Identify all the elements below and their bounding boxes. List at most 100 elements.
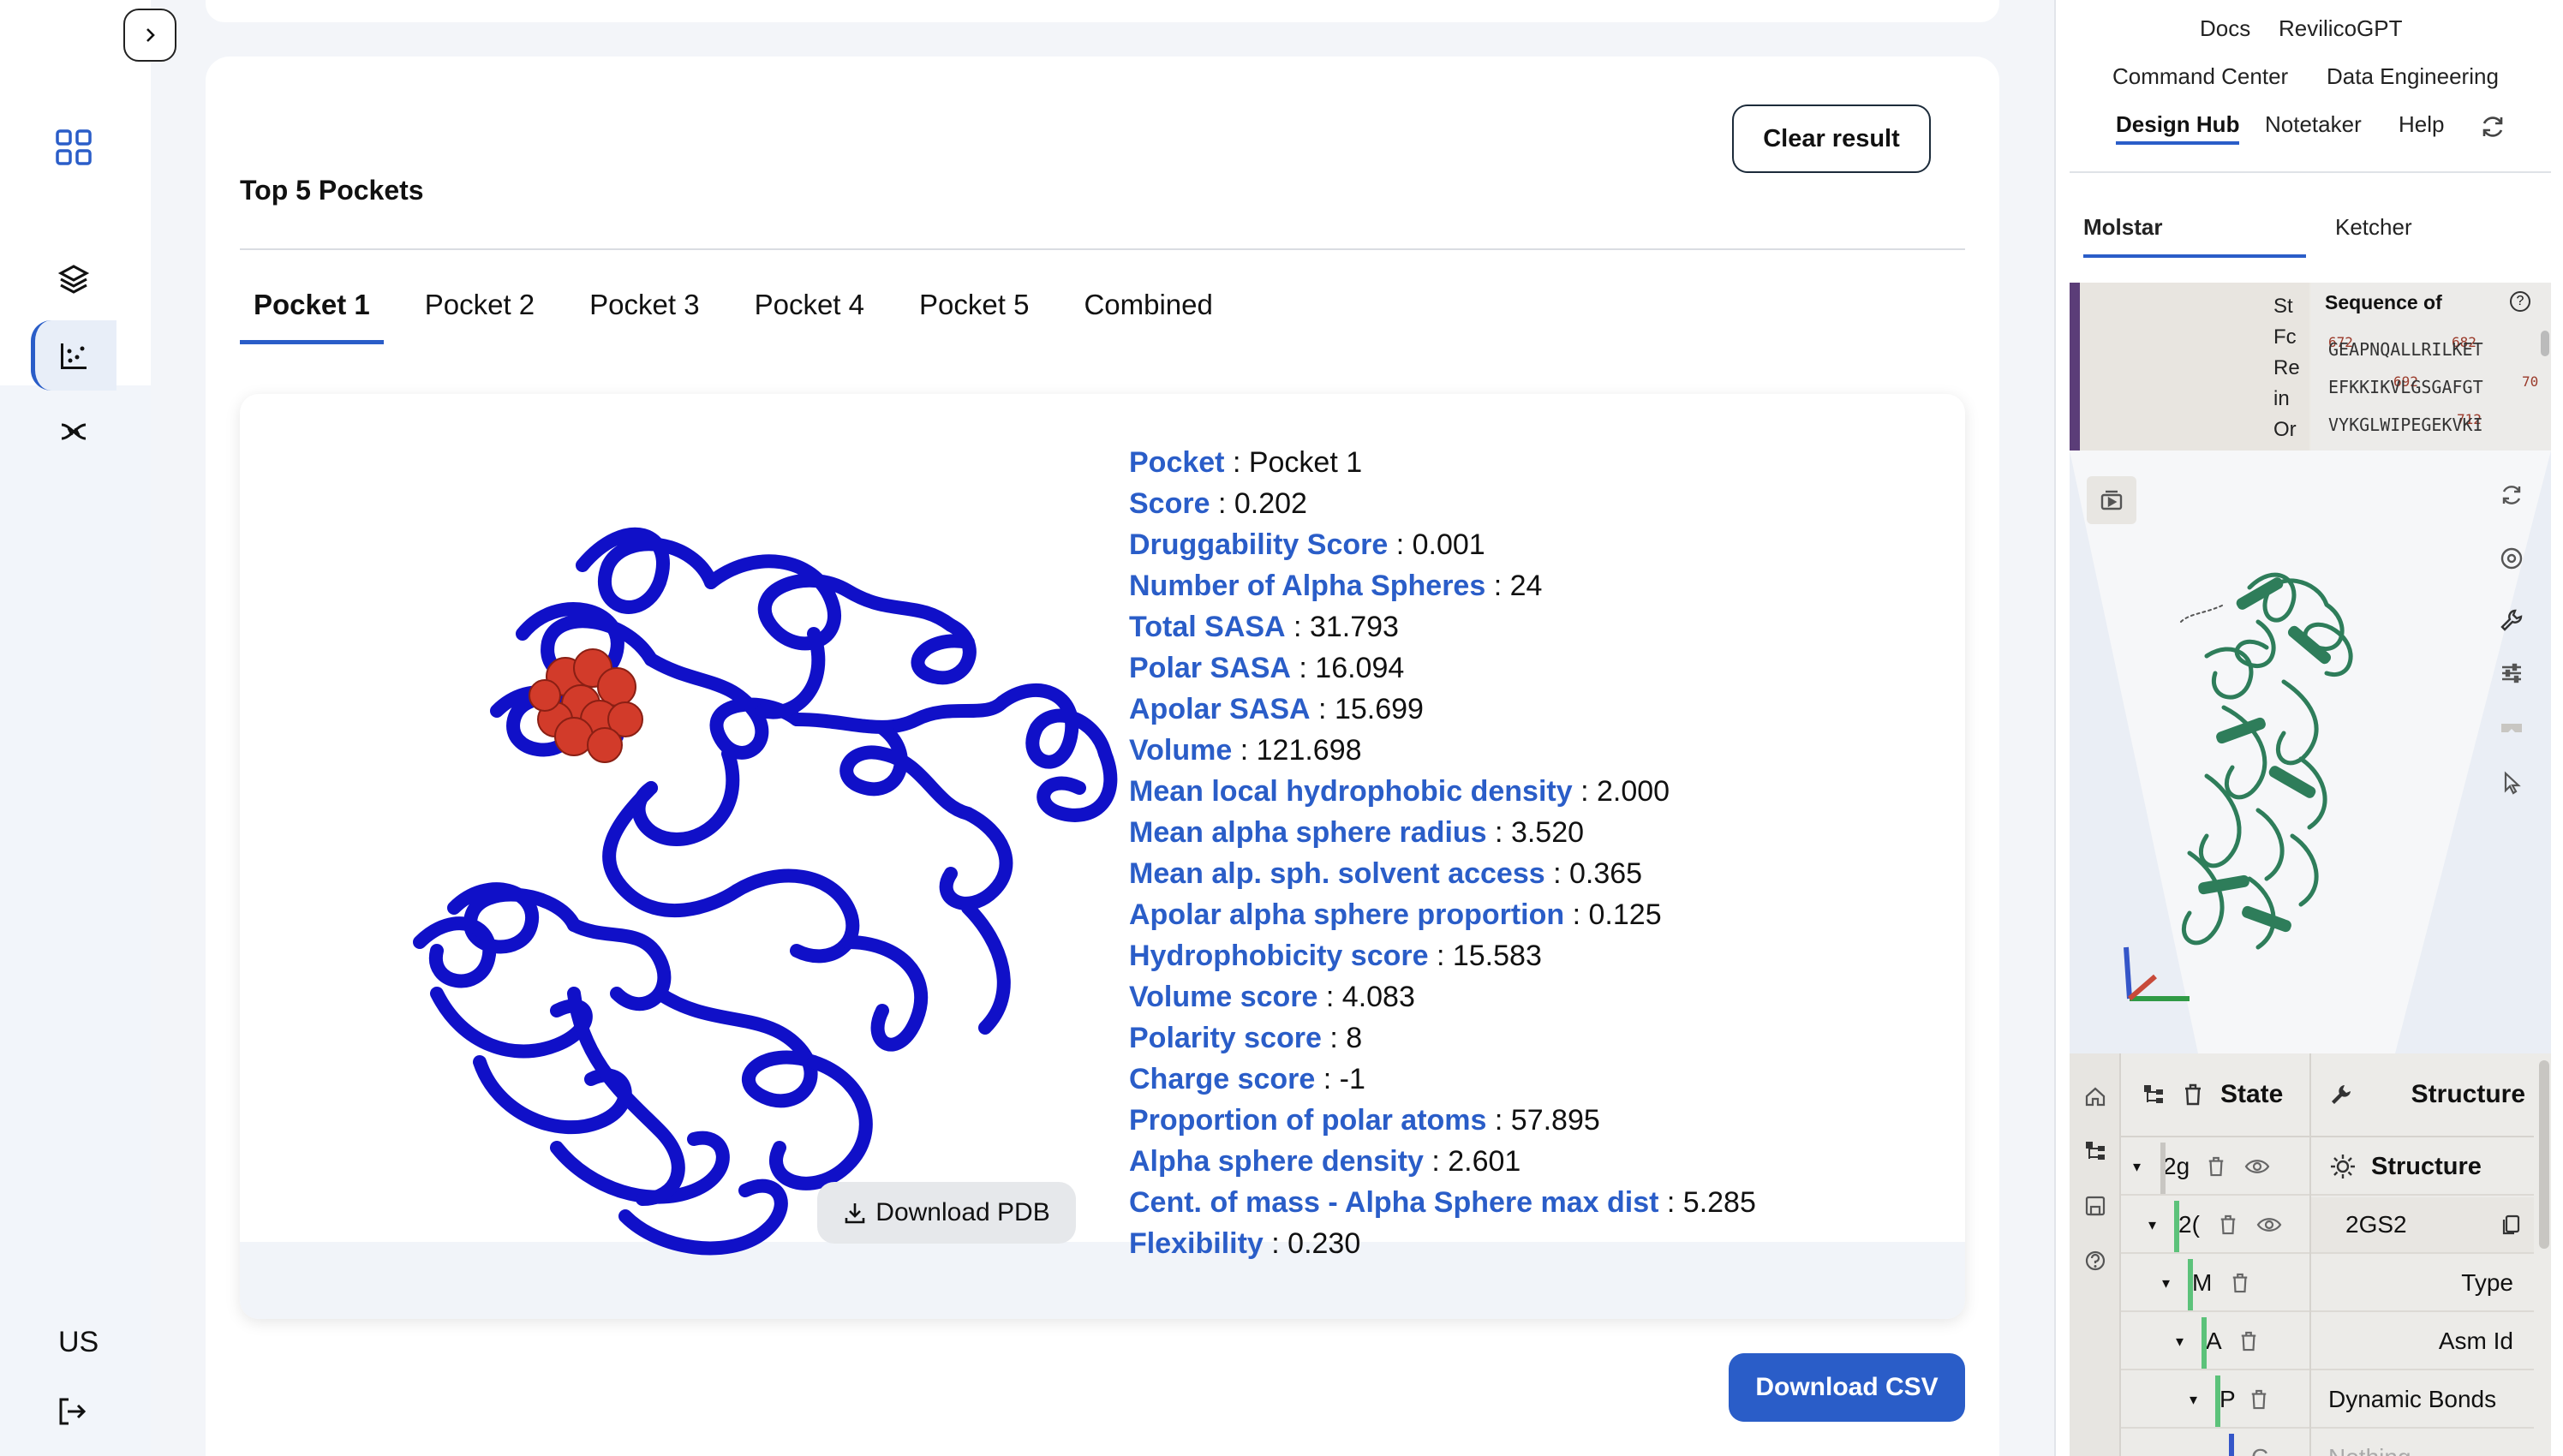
eye-icon[interactable]	[2256, 1215, 2282, 1234]
link-help[interactable]: Help	[2399, 111, 2444, 138]
download-pdb-button[interactable]: Download PDB	[817, 1182, 1076, 1244]
tree-row-label: 2(	[2178, 1211, 2200, 1238]
tree-row-guide	[2160, 1143, 2166, 1194]
clear-result-button[interactable]: Clear result	[1732, 104, 1931, 173]
structure-header: Structure	[2311, 1053, 2534, 1137]
download-csv-button[interactable]: Download CSV	[1729, 1353, 1965, 1422]
prop-total-sasa: Total SASA : 31.793	[1129, 611, 1399, 643]
help-circle-icon[interactable]: ?	[2510, 291, 2530, 312]
tab-pocket-5[interactable]: Pocket 5	[905, 284, 1043, 344]
tree-row[interactable]: ▾ 2g	[2121, 1139, 2309, 1196]
chevron-down-icon[interactable]: ▾	[2133, 1158, 2141, 1176]
tree-row[interactable]: C	[2121, 1430, 2309, 1456]
chevron-right-icon	[146, 28, 155, 42]
animation-toggle-icon[interactable]	[2087, 476, 2136, 524]
link-design-hub[interactable]: Design Hub	[2116, 111, 2240, 145]
link-revilicogpt[interactable]: RevilicoGPT	[2279, 15, 2402, 42]
prop-sphere-density: Alpha sphere density : 2.601	[1129, 1145, 1521, 1178]
save-icon[interactable]	[2083, 1194, 2107, 1222]
prop-polar-atoms: Proportion of polar atoms : 57.895	[1129, 1104, 1600, 1137]
help-icon[interactable]	[2083, 1249, 2107, 1277]
structure-name-field[interactable]: 2GS2	[2345, 1211, 2407, 1238]
home-icon[interactable]	[2083, 1084, 2107, 1113]
tree-scrollbar[interactable]	[2539, 1060, 2549, 1249]
pocket-properties: Pocket : Pocket 1 Score : 0.202 Druggabi…	[1129, 442, 1951, 1264]
prop-max-dist: Cent. of mass - Alpha Sphere max dist : …	[1129, 1186, 1756, 1219]
eye-icon[interactable]	[2244, 1157, 2270, 1176]
scatter-plot-icon[interactable]	[45, 327, 103, 385]
chevron-down-icon[interactable]: ▾	[2176, 1333, 2184, 1351]
asm-id-row[interactable]: Asm Id	[2311, 1314, 2534, 1370]
vr-icon[interactable]	[2493, 707, 2530, 745]
tree-view-icon[interactable]	[2083, 1139, 2107, 1167]
tree-row[interactable]: ▾ M	[2121, 1256, 2309, 1312]
prop-alpha-spheres: Number of Alpha Spheres : 24	[1129, 570, 1543, 602]
seq-number: 70	[2522, 373, 2539, 390]
sequence-scrollbar[interactable]	[2541, 331, 2549, 356]
dashboard-grid-icon[interactable]	[45, 118, 103, 176]
trash-icon[interactable]	[2239, 1330, 2258, 1352]
download-icon	[845, 1203, 865, 1224]
wrench-icon[interactable]	[2328, 1082, 2354, 1107]
structure-name-row[interactable]: 2GS2	[2311, 1197, 2534, 1254]
nothing-row[interactable]: Nothing	[2311, 1430, 2534, 1456]
tree-row[interactable]: ▾ 2(	[2121, 1197, 2309, 1254]
tab-pocket-3[interactable]: Pocket 3	[576, 284, 713, 344]
tab-combined[interactable]: Combined	[1070, 284, 1226, 344]
download-pdb-label: Download PDB	[875, 1198, 1050, 1226]
link-data-engineering[interactable]: Data Engineering	[2327, 63, 2499, 90]
copy-icon[interactable]	[2500, 1213, 2524, 1237]
tree-row[interactable]: ▾ P	[2121, 1372, 2309, 1429]
tree-view-icon[interactable]	[2142, 1083, 2166, 1107]
prop-polar-sasa: Polar SASA : 16.094	[1129, 652, 1405, 684]
chevron-down-icon[interactable]: ▾	[2190, 1391, 2197, 1409]
logout-icon[interactable]	[57, 1396, 87, 1431]
3d-canvas[interactable]	[2070, 451, 2551, 1053]
link-docs[interactable]: Docs	[2200, 15, 2250, 42]
tab-pocket-2[interactable]: Pocket 2	[411, 284, 548, 344]
tree-row[interactable]: ▾ A	[2121, 1314, 2309, 1370]
cursor-select-icon[interactable]	[2493, 764, 2530, 802]
state-label: State	[2220, 1080, 2284, 1108]
prop-score: Score : 0.202	[1129, 487, 1307, 520]
chevron-down-icon[interactable]: ▾	[2148, 1216, 2156, 1234]
type-row[interactable]: Type	[2311, 1256, 2534, 1312]
wrench-icon[interactable]	[2493, 601, 2530, 639]
sequence-residues[interactable]: GEAPNQALLRILKET EFKKIKVLGSGAFGT VYKGLWIP…	[2328, 331, 2483, 444]
trash-icon[interactable]	[2249, 1388, 2268, 1411]
prop-pocket: Pocket : Pocket 1	[1129, 446, 1363, 479]
link-notetaker[interactable]: Notetaker	[2265, 111, 2362, 138]
dynamic-bonds-row[interactable]: Dynamic Bonds	[2311, 1372, 2534, 1429]
settings-sliders-icon[interactable]	[2493, 654, 2530, 692]
user-initials[interactable]: US	[58, 1326, 99, 1359]
prop-apolar-sasa: Apolar SASA : 15.699	[1129, 693, 1424, 725]
tree-row-label: C	[2251, 1444, 2268, 1456]
tree-row-label: M	[2192, 1269, 2213, 1296]
tab-ketcher[interactable]: Ketcher	[2335, 214, 2412, 241]
trash-icon[interactable]	[2183, 1083, 2203, 1107]
dna-icon[interactable]	[45, 403, 103, 461]
protein-pocket-render	[413, 527, 1118, 1256]
trash-icon[interactable]	[2207, 1155, 2225, 1178]
tab-molstar[interactable]: Molstar	[2083, 214, 2306, 258]
tab-pocket-1[interactable]: Pocket 1	[240, 284, 384, 344]
previous-card	[206, 0, 1999, 22]
sidebar-expand-button[interactable]	[123, 9, 176, 62]
trash-icon[interactable]	[2231, 1272, 2249, 1294]
link-command-center[interactable]: Command Center	[2112, 63, 2288, 90]
sequence-panel: Sequence of ? 672 682 692 70 712 GEAPNQA…	[2311, 283, 2551, 451]
sequence-info-panel: St Fc Re in Or	[2070, 283, 2309, 451]
prop-solvent-access: Mean alp. sph. solvent access : 0.365	[1129, 857, 1643, 890]
screenshot-icon[interactable]	[2493, 540, 2530, 577]
reset-camera-icon[interactable]	[2493, 476, 2530, 514]
tree-sidebar	[2070, 1053, 2121, 1456]
trash-icon[interactable]	[2219, 1214, 2237, 1236]
molstar-viewer: St Fc Re in Or Sequence of ? 672 682 692…	[2070, 283, 2551, 1456]
cube-stack-icon[interactable]	[45, 250, 103, 308]
chevron-down-icon[interactable]: ▾	[2162, 1274, 2170, 1292]
tree-row-guide	[2229, 1434, 2234, 1456]
tab-pocket-4[interactable]: Pocket 4	[741, 284, 878, 344]
refresh-icon[interactable]	[2479, 113, 2506, 145]
pocket-detail-card: Download PDB Pocket : Pocket 1 Score : 0…	[240, 394, 1965, 1319]
structure-title: Structure	[2371, 1152, 2482, 1180]
